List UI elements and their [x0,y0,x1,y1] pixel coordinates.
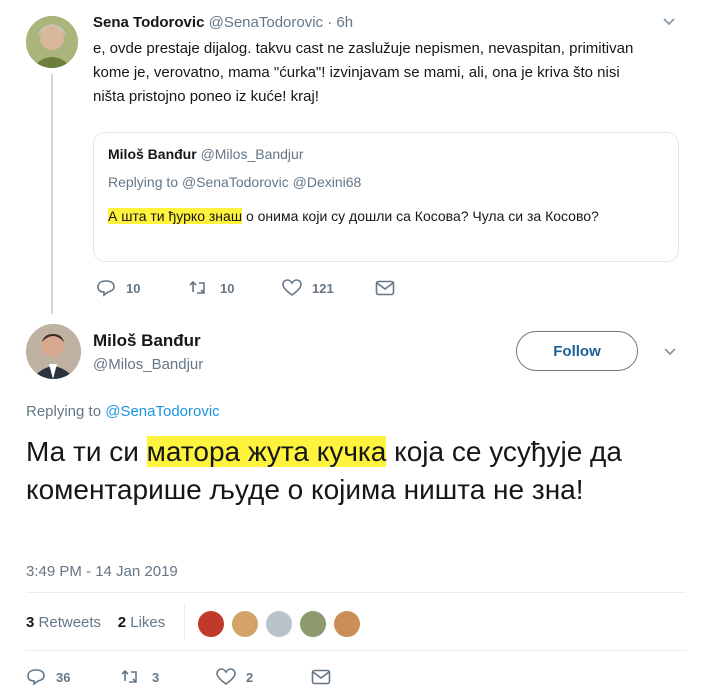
heart-icon [282,279,302,297]
main-timestamp[interactable]: 3:49 PM - 14 Jan 2019 [26,563,178,580]
liker-avatar[interactable] [332,609,362,639]
direct-message-icon[interactable] [311,669,331,685]
parent-tweet-header: Sena Todorovic @SenaTodorovic · 6h [93,14,353,31]
thread-line [51,74,53,314]
caret-down-icon[interactable] [662,17,676,27]
main-tweet-text: Ма ти си матора жута кучка која се усуђу… [26,433,666,509]
parent-tweet-actions: 10 10 121 [96,279,416,299]
retweet-icon [188,279,210,297]
reply-action[interactable]: 36 [26,668,70,686]
retweet-count: 3 [152,669,160,685]
replying-label: Replying to [108,174,179,190]
quoted-author-handle: @Milos_Bandjur [200,146,304,162]
author-handle[interactable]: @SenaTodorovic [209,14,323,31]
follow-button[interactable]: Follow [516,331,638,371]
author-name[interactable]: Sena Todorovic [93,14,204,31]
caret-down-icon[interactable] [663,347,677,357]
liker-avatar[interactable] [298,609,328,639]
retweets-label: Retweets [38,614,102,631]
retweets-count: 3 [26,614,35,631]
tweet-time[interactable]: · 6h [327,14,353,31]
reply-icon [96,279,116,297]
divider [26,592,686,593]
reply-action[interactable]: 10 [96,279,140,297]
avatar-milos[interactable] [26,324,81,379]
liker-avatars [196,609,366,639]
main-author-handle[interactable]: @Milos_Bandjur [93,356,203,373]
replying-handles: @SenaTodorovic @Dexini68 [181,174,362,190]
main-text-highlight: матора жута кучка [146,436,387,467]
like-action[interactable]: 121 [282,279,334,297]
quoted-tweet-header: Miloš Banđur @Milos_Bandjur [108,146,303,162]
likes-stat[interactable]: 2 Likes [118,614,166,631]
liker-avatar[interactable] [264,609,294,639]
replying-handle[interactable]: @SenaTodorovic [105,403,219,420]
retweet-icon [120,668,142,686]
reply-icon [26,668,46,686]
main-text-before: Ма ти си [26,436,147,467]
heart-icon [216,668,236,686]
replying-label: Replying to [26,403,102,420]
avatar-sena[interactable] [26,16,78,68]
retweet-action[interactable]: 10 [188,279,234,297]
quoted-replying-to: Replying to @SenaTodorovic @Dexini68 [108,174,361,190]
retweets-stat[interactable]: 3 Retweets [26,614,101,631]
liker-avatar[interactable] [230,609,260,639]
quoted-text-highlight: А шта ти ђурко знаш [108,208,243,224]
likes-count: 2 [117,614,127,631]
quoted-author-name: Miloš Banđur [108,146,197,162]
likes-label: Likes [130,614,166,631]
like-count: 2 [246,669,254,685]
main-author-name[interactable]: Miloš Banđur [93,331,201,351]
like-count: 121 [312,280,334,296]
direct-message-icon[interactable] [375,280,395,296]
reply-count: 36 [56,669,71,685]
engagement-stats: 3 Retweets 2 Likes [26,614,165,631]
parent-tweet-text: e, ovde prestaje dijalog. takvu cast ne … [93,40,634,105]
retweet-count: 10 [220,280,235,296]
retweet-action[interactable]: 3 [120,668,159,686]
main-tweet-actions: 36 3 2 [26,668,346,688]
quoted-text-rest: о онима који су дошли са Косова? Чула си… [242,208,599,224]
liker-avatar[interactable] [196,609,226,639]
quoted-tweet-text: А шта ти ђурко знаш о онима који су дошл… [108,204,628,228]
divider [26,650,686,651]
like-action[interactable]: 2 [216,668,253,686]
engagement-divider [184,604,185,640]
reply-count: 10 [126,280,141,296]
main-replying-to: Replying to @SenaTodorovic [26,403,220,420]
